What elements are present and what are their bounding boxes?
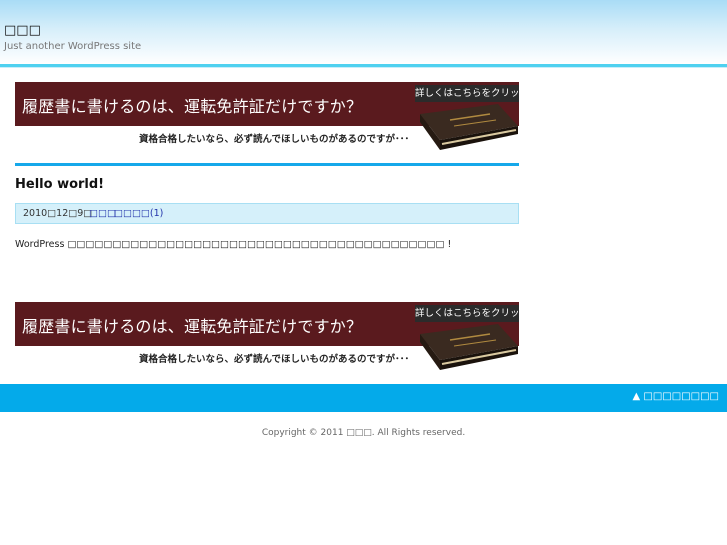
copyright-text: Copyright © 2011 □□□. All Rights reserve… <box>261 428 466 438</box>
top-banner-ad[interactable]: 履歴書に書けるのは、運転免許証だけですか？ 詳しくはこちらをクリック 資格合格し… <box>15 82 519 150</box>
post-comments-link[interactable]: □□□□(1) <box>114 208 163 219</box>
post-meta: 2010□12□9□ □□□ □□□□(1) <box>15 203 519 224</box>
banner-headline: 履歴書に書けるのは、運転免許証だけですか？ <box>22 97 363 116</box>
back-to-top-link[interactable]: ▲ □□□□□□□□ <box>633 391 719 402</box>
post-title[interactable]: Hello world! <box>15 177 104 193</box>
post-body: WordPress □□□□□□□□□□□□□□□□□□□□□□□□□□□□□□… <box>15 239 452 250</box>
banner-subtext: 資格合格したいなら、必ず読んでほしいものがあるのですが･･･ <box>139 134 410 145</box>
post-date: 2010□12□9□ <box>23 208 93 219</box>
header-divider-shadow <box>0 67 727 68</box>
site-tagline: Just another WordPress site <box>4 41 142 52</box>
footer-bar: ▲ □□□□□□□□ <box>0 384 727 412</box>
post-author-link[interactable]: □□□ <box>89 208 116 219</box>
banner-headline: 履歴書に書けるのは、運転免許証だけですか？ <box>22 317 363 336</box>
bottom-banner-ad[interactable]: 履歴書に書けるのは、運転免許証だけですか？ 詳しくはこちらをクリック 資格合格し… <box>15 302 519 370</box>
site-title[interactable]: □□□ <box>4 23 41 39</box>
book-icon <box>420 104 518 150</box>
banner-subtext: 資格合格したいなら、必ず読んでほしいものがあるのですが･･･ <box>139 354 410 365</box>
site-header: □□□ Just another WordPress site <box>0 0 727 64</box>
content-divider <box>15 163 519 166</box>
book-icon <box>420 324 518 370</box>
